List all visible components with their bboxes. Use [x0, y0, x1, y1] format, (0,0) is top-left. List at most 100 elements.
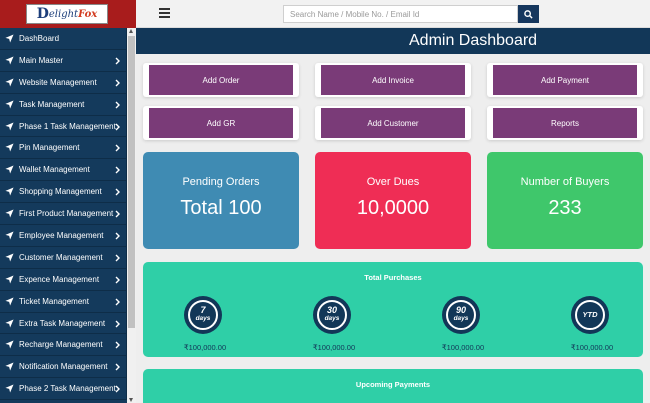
- sidebar-item[interactable]: Customer Management: [0, 246, 127, 269]
- navigation-arrow-icon: [5, 231, 14, 240]
- sidebar-item[interactable]: First Product Management: [0, 203, 127, 226]
- sidebar: DashBoard Main Master Website Management Ta…: [0, 28, 136, 403]
- period-unit: days: [324, 315, 340, 322]
- buyers-label: Number of Buyers: [520, 176, 610, 188]
- add-customer-button[interactable]: Add Customer: [321, 108, 465, 138]
- sidebar-item-label: Ticket Management: [19, 296, 89, 306]
- chevron-right-icon: [115, 385, 120, 393]
- sidebar-item-label: Employee Management: [19, 230, 104, 240]
- navigation-arrow-icon: [5, 121, 14, 131]
- search-input[interactable]: [283, 5, 518, 23]
- sidebar-item-label: Wallet Management: [19, 165, 90, 175]
- navigation-arrow-icon: [5, 100, 14, 109]
- chevron-right-icon: [115, 298, 120, 306]
- add-invoice-cell: Add Invoice: [315, 63, 471, 97]
- chevron-right-icon: [115, 188, 120, 196]
- logo-wordmark: elightFox: [49, 9, 97, 20]
- buyers-value: 233: [548, 197, 582, 219]
- logo-area[interactable]: D elightFox: [0, 0, 136, 28]
- period-number: 7: [200, 305, 206, 315]
- sidebar-item-label: Expence Management: [19, 274, 100, 284]
- navigation-arrow-icon: [5, 297, 14, 306]
- sidebar-item-label: Website Management: [19, 77, 97, 87]
- navigation-arrow-icon: [5, 34, 14, 43]
- add-gr-button[interactable]: Add GR: [149, 108, 293, 138]
- chevron-right-icon: [115, 57, 120, 65]
- add-invoice-button[interactable]: Add Invoice: [321, 65, 465, 95]
- reports-button[interactable]: Reports: [493, 108, 637, 138]
- sidebar-item[interactable]: Extra Task Management: [0, 312, 127, 335]
- period-number: 90: [455, 305, 466, 315]
- top-bar: D elightFox: [0, 0, 650, 28]
- period-badge-icon: 90 days: [442, 296, 480, 334]
- pending-orders-card[interactable]: Pending Orders Total 100: [143, 152, 299, 249]
- over-dues-value: 10,0000: [356, 197, 430, 219]
- chevron-right-icon: [115, 276, 120, 284]
- sidebar-item[interactable]: Wallet Management: [0, 159, 127, 182]
- sidebar-item[interactable]: Shopping Management: [0, 181, 127, 204]
- period-badge-icon: YTD: [571, 296, 609, 334]
- navigation-arrow-icon: [5, 78, 14, 87]
- sidebar-item[interactable]: Employee Management: [0, 225, 127, 247]
- scroll-up-icon[interactable]: [129, 29, 133, 33]
- add-payment-button[interactable]: Add Payment: [493, 65, 637, 95]
- chevron-right-icon: [115, 210, 120, 218]
- chevron-right-icon: [115, 79, 120, 87]
- logo-word-1: elight: [48, 8, 79, 20]
- sidebar-item-label: Recharge Management: [19, 340, 103, 350]
- chevron-right-icon: [115, 254, 120, 262]
- sidebar-item[interactable]: Task Management: [0, 93, 127, 116]
- search-icon: [524, 9, 533, 19]
- search-button[interactable]: [518, 5, 539, 23]
- sidebar-item-label: Extra Task Management: [19, 318, 106, 328]
- period-amount: ₹100,000.00: [441, 343, 485, 352]
- period-amount: ₹100,000.00: [570, 343, 614, 352]
- sidebar-item[interactable]: Phase 1 Task Management: [0, 115, 127, 138]
- scroll-down-icon[interactable]: [129, 398, 133, 402]
- sidebar-item[interactable]: Main Master: [0, 49, 127, 72]
- navigation-arrow-icon: [5, 143, 14, 152]
- over-dues-label: Over Dues: [366, 176, 420, 188]
- over-dues-card[interactable]: Over Dues 10,0000: [315, 152, 471, 249]
- sidebar-item[interactable]: Pin Management: [0, 137, 127, 160]
- menu-toggle-icon[interactable]: [159, 8, 170, 19]
- sidebar-item-label: Shopping Management: [19, 187, 102, 197]
- sidebar-scrollbar[interactable]: [127, 28, 136, 403]
- scroll-thumb[interactable]: [128, 36, 135, 328]
- period-amount: ₹100,000.00: [183, 343, 227, 352]
- period-badge-icon: 30 days: [313, 296, 351, 334]
- navigation-arrow-icon: [5, 209, 14, 218]
- sidebar-item[interactable]: Notification Management: [0, 356, 127, 379]
- add-order-button[interactable]: Add Order: [149, 65, 293, 95]
- reports-cell: Reports: [487, 106, 643, 140]
- pending-orders-label: Pending Orders: [182, 176, 260, 188]
- sidebar-item-label: Notification Management: [19, 362, 108, 372]
- navigation-arrow-icon: [5, 187, 14, 196]
- navigation-arrow-icon: [5, 362, 14, 371]
- upcoming-payments-panel: Upcoming Payments: [143, 369, 643, 403]
- chevron-right-icon: [115, 341, 120, 349]
- period-number: YTD: [582, 310, 598, 319]
- sidebar-item-label: Phase 1 Task Management: [19, 121, 116, 131]
- sidebar-item[interactable]: Ticket Management: [0, 290, 127, 313]
- sidebar-item-label: Main Master: [19, 55, 64, 65]
- sidebar-item-label: DashBoard: [19, 33, 60, 43]
- sidebar-item[interactable]: Recharge Management: [0, 334, 127, 357]
- sidebar-item-label: Pin Management: [19, 143, 80, 153]
- sidebar-item[interactable]: DashBoard: [0, 28, 127, 50]
- period-number: 30: [326, 305, 337, 315]
- pending-orders-value: Total 100: [180, 197, 262, 219]
- navigation-arrow-icon: [5, 384, 14, 393]
- chevron-right-icon: [115, 320, 120, 328]
- period-badge-icon: 7 days: [184, 296, 222, 334]
- upcoming-payments-title: Upcoming Payments: [355, 380, 431, 389]
- navigation-arrow-icon: [5, 56, 14, 65]
- sidebar-item[interactable]: Expence Management: [0, 268, 127, 291]
- sidebar-item[interactable]: Website Management: [0, 71, 127, 94]
- sidebar-item[interactable]: Phase 2 Task Management: [0, 378, 127, 401]
- chevron-right-icon: [115, 232, 120, 240]
- logo[interactable]: D elightFox: [26, 4, 108, 24]
- buyers-card[interactable]: Number of Buyers 233: [487, 152, 643, 249]
- sidebar-menu: DashBoard Main Master Website Management Ta…: [0, 28, 127, 401]
- add-gr-cell: Add GR: [143, 106, 299, 140]
